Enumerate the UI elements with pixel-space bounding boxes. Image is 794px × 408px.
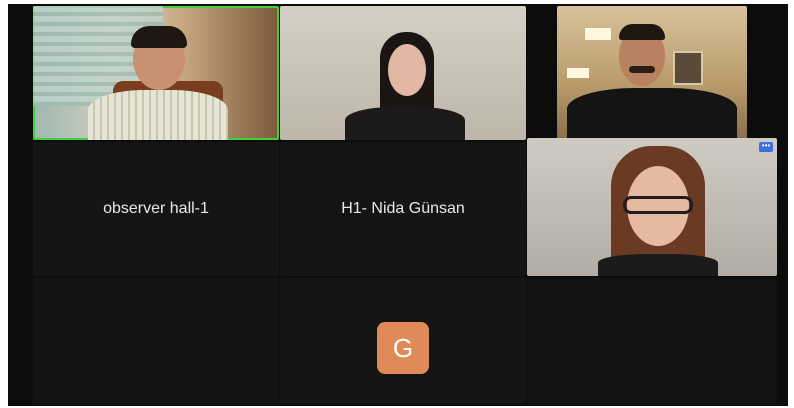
participant-figure	[88, 26, 228, 140]
video-grid: observer hall-1 H1- Nida Günsan ••• G	[8, 4, 788, 406]
empty-tile-right	[527, 278, 777, 404]
participant-figure	[567, 24, 737, 140]
glasses	[623, 196, 693, 214]
participant-avatar-tile-g[interactable]: G	[280, 278, 526, 404]
empty-tile-left	[33, 278, 279, 404]
hair	[131, 26, 187, 48]
participant-video-tile-1[interactable]	[33, 6, 279, 140]
participant-name-tile-observer[interactable]: observer hall-1	[33, 142, 279, 276]
hair	[619, 24, 665, 40]
mustache	[629, 66, 655, 73]
participant-video-tile-2[interactable]	[280, 6, 526, 140]
participant-figure	[593, 146, 723, 276]
participant-name: observer hall-1	[103, 200, 209, 217]
participant-name-tile-nida[interactable]: H1- Nida Günsan	[280, 142, 526, 276]
participant-video-tile-6[interactable]: •••	[527, 138, 777, 276]
participant-figure	[340, 32, 470, 140]
more-options-button[interactable]: •••	[759, 142, 773, 152]
participant-video-tile-3[interactable]	[557, 6, 747, 140]
participant-name: H1- Nida Günsan	[341, 200, 465, 217]
participant-avatar: G	[377, 322, 429, 374]
